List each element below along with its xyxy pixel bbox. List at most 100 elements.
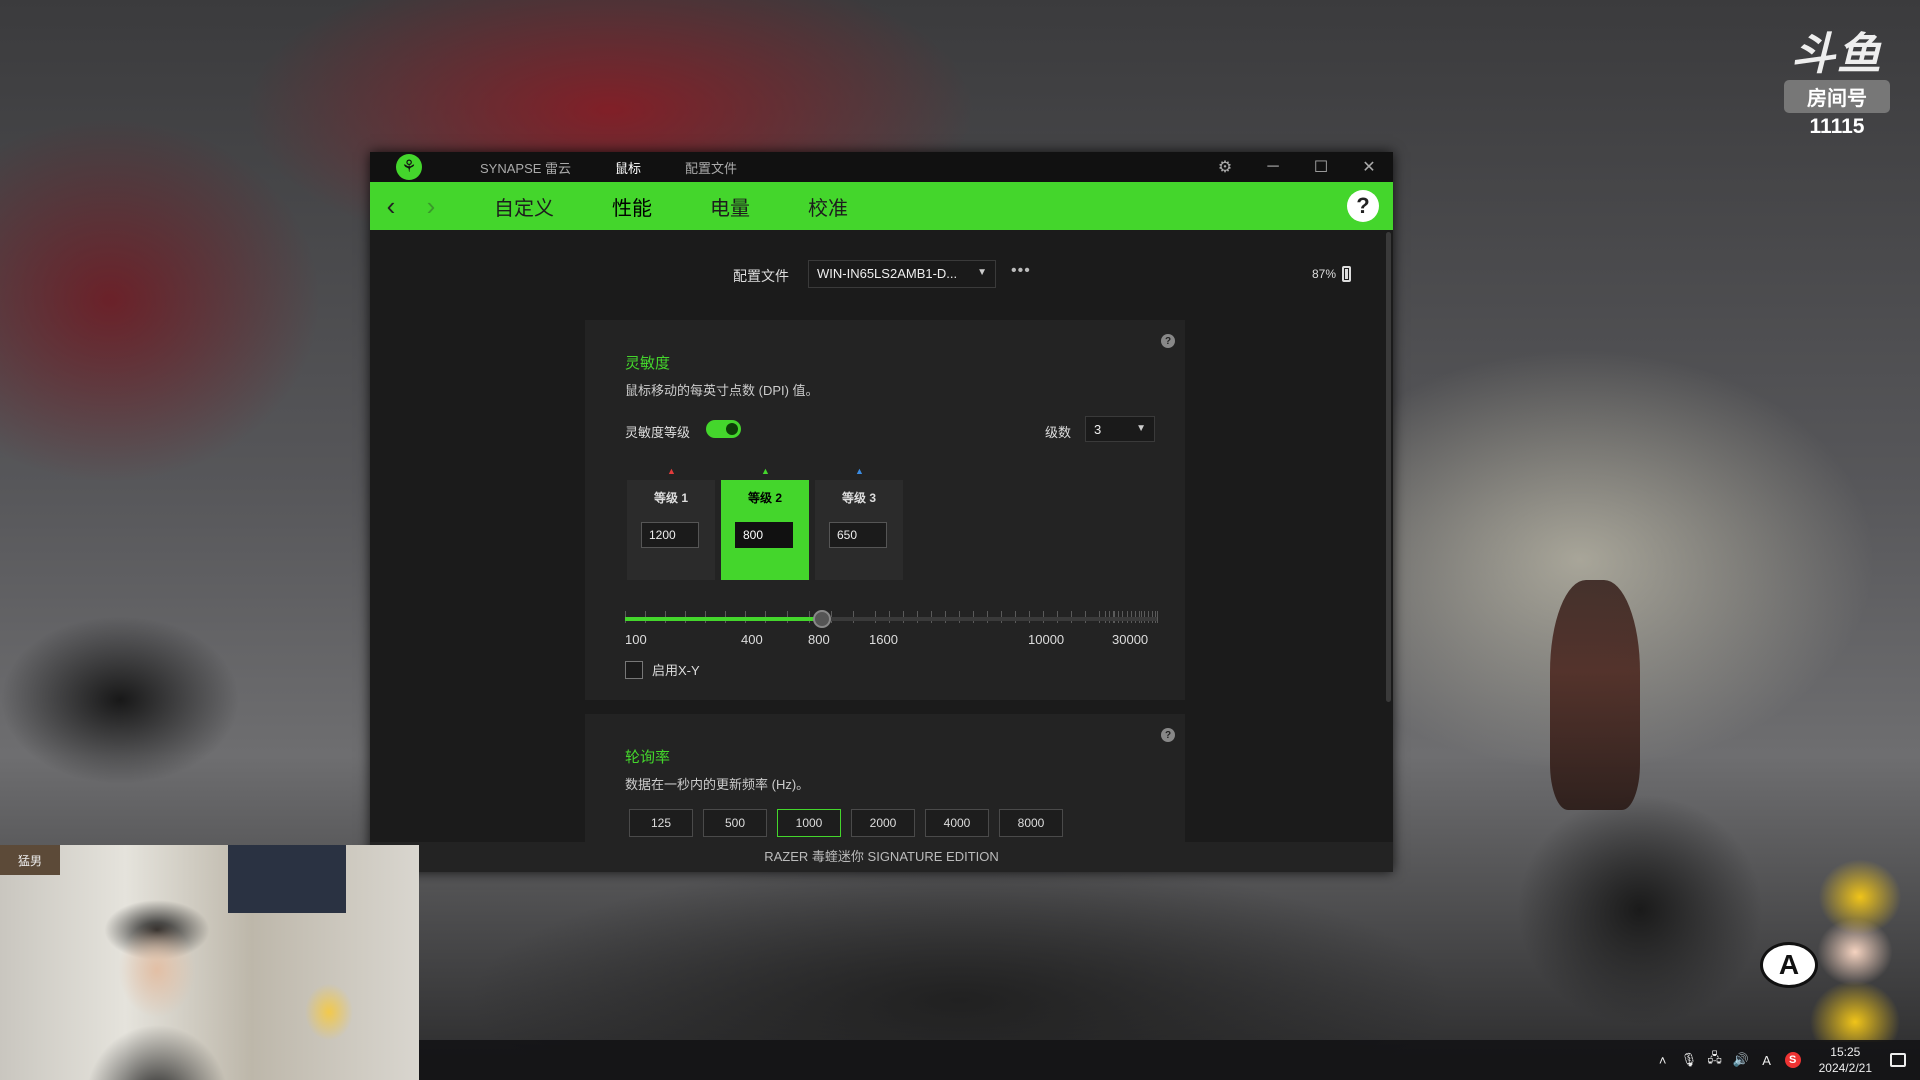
- stage-1-marker-icon: ▲: [667, 466, 676, 476]
- stage-3-dpi-input[interactable]: 650: [829, 522, 887, 548]
- dpi-slider-fill: [625, 617, 822, 621]
- polling-rate-500[interactable]: 500: [703, 809, 767, 837]
- maximize-icon[interactable]: ☐: [1297, 152, 1345, 182]
- stage-3-marker-icon: ▲: [855, 466, 864, 476]
- clock-time: 15:25: [1830, 1045, 1861, 1059]
- info-icon[interactable]: ?: [1161, 334, 1175, 348]
- back-arrow-icon[interactable]: ‹: [372, 191, 410, 222]
- stage-card-2[interactable]: ▲ 等级 2 800: [721, 466, 809, 580]
- stage-card-1[interactable]: ▲ 等级 1 1200: [627, 466, 715, 580]
- close-icon[interactable]: ✕: [1345, 152, 1393, 182]
- webcam-overlay: 猛男: [0, 845, 419, 1080]
- scale-label: 30000: [1112, 632, 1149, 647]
- tab-performance[interactable]: 性能: [612, 192, 652, 221]
- dpi-scale-labels: 100 400 800 1600 10000 30000: [625, 632, 1157, 648]
- more-options-button[interactable]: •••: [1011, 262, 1031, 280]
- stage-1-dpi-input[interactable]: 1200: [641, 522, 699, 548]
- polling-rate-panel: ? 轮询率 数据在一秒内的更新频率 (Hz)。 125 500 1000 200…: [585, 714, 1185, 842]
- plush-toy-image: [296, 970, 362, 1050]
- stage-2-marker-icon: ▲: [761, 466, 770, 476]
- webcam-wall-sign: 猛男: [0, 845, 60, 875]
- volume-icon[interactable]: 🔊: [1733, 1052, 1749, 1068]
- sogou-input-icon[interactable]: S: [1784, 1052, 1801, 1068]
- room-number: 11115: [1809, 115, 1865, 138]
- polling-description: 数据在一秒内的更新频率 (Hz)。: [625, 777, 810, 792]
- polling-title: 轮询率: [625, 749, 671, 766]
- scale-label: 100: [625, 632, 647, 647]
- streamer-image: [72, 900, 242, 1080]
- info-icon[interactable]: ?: [1161, 728, 1175, 742]
- synapse-window: ⚘ SYNAPSE 雷云 鼠标 配置文件 ⚙ ─ ☐ ✕ ‹ › 自定义 性能 …: [370, 152, 1393, 872]
- stage-count-label: 级数: [1045, 425, 1072, 440]
- razer-logo-icon[interactable]: ⚘: [396, 154, 422, 180]
- scale-label: 800: [808, 632, 830, 647]
- chevron-up-icon[interactable]: ˄: [1655, 1053, 1671, 1068]
- stage-3-name: 等级 3: [841, 491, 876, 505]
- stage-count-value: 3: [1094, 422, 1102, 437]
- enable-xy-checkbox[interactable]: [625, 660, 643, 679]
- titlebar-mouse[interactable]: 鼠标: [615, 158, 641, 177]
- polling-rate-2000[interactable]: 2000: [851, 809, 915, 837]
- microphone-icon[interactable]: 🎙: [1681, 1052, 1698, 1068]
- douyu-logo: 斗鱼: [1791, 30, 1883, 79]
- taskbar: ˄ 🎙 🖧 🔊 A S 15:25 2024/2/21: [419, 1040, 1920, 1080]
- dpi-slider[interactable]: [625, 610, 1157, 628]
- douyu-watermark: 斗鱼 房间号 11115: [1784, 32, 1890, 139]
- scrollbar[interactable]: [1386, 232, 1391, 702]
- dpi-slider-thumb[interactable]: [812, 610, 831, 628]
- polling-rate-125[interactable]: 125: [629, 809, 693, 837]
- taskbar-clock[interactable]: 15:25 2024/2/21: [1819, 1044, 1872, 1076]
- wallpaper-rock: [1470, 740, 1810, 1040]
- enable-xy-label: 启用X-Y: [652, 663, 700, 678]
- minimize-icon[interactable]: ─: [1249, 152, 1297, 182]
- webcam-poster: [228, 845, 346, 913]
- stage-2-name: 等级 2: [747, 491, 782, 505]
- stage-count-dropdown[interactable]: 3 ▼: [1085, 416, 1155, 442]
- stage-card-3[interactable]: ▲ 等级 3 650: [815, 466, 903, 580]
- sensitivity-description: 鼠标移动的每英寸点数 (DPI) 值。: [625, 383, 819, 398]
- nav-bar: ‹ › 自定义 性能 电量 校准 ?: [370, 182, 1393, 230]
- titlebar-synapse[interactable]: SYNAPSE 雷云: [480, 158, 571, 177]
- stage-1-name: 等级 1: [653, 491, 688, 505]
- battery-status: 87%: [1312, 266, 1352, 282]
- wallpaper-tree: [0, 580, 340, 860]
- chevron-down-icon: ▼: [977, 267, 987, 278]
- wallpaper-figure: [1550, 580, 1640, 810]
- network-icon[interactable]: 🖧: [1707, 1049, 1723, 1071]
- battery-icon: [1342, 266, 1352, 282]
- profile-row: 配置文件 WIN-IN65LS2AMB1-D... ▼ ••• 87%: [370, 260, 1393, 288]
- polling-rate-8000[interactable]: 8000: [999, 809, 1063, 837]
- sensitivity-title: 灵敏度: [625, 355, 671, 372]
- tab-customize[interactable]: 自定义: [494, 192, 554, 221]
- notification-icon[interactable]: [1890, 1053, 1906, 1067]
- scale-label: 10000: [1028, 632, 1065, 647]
- xy-option: 启用X-Y: [625, 660, 700, 679]
- title-bar: ⚘ SYNAPSE 雷云 鼠标 配置文件 ⚙ ─ ☐ ✕: [370, 152, 1393, 182]
- forward-arrow-icon[interactable]: ›: [412, 191, 450, 222]
- tab-power[interactable]: 电量: [710, 192, 750, 221]
- main-content: 配置文件 WIN-IN65LS2AMB1-D... ▼ ••• 87% ? 灵敏…: [370, 230, 1393, 842]
- profile-dropdown[interactable]: WIN-IN65LS2AMB1-D... ▼: [808, 260, 996, 288]
- clock-date: 2024/2/21: [1818, 1061, 1872, 1075]
- system-tray: ˄ 🎙 🖧 🔊 A S 15:25 2024/2/21: [1655, 1040, 1906, 1080]
- sensitivity-stages-toggle[interactable]: [706, 420, 741, 438]
- scale-label: 1600: [869, 632, 898, 647]
- profile-label: 配置文件: [733, 268, 789, 284]
- window-controls: ⚙ ─ ☐ ✕: [1201, 152, 1393, 182]
- device-name-bar: RAZER 毒蝰迷你 SIGNATURE EDITION: [370, 842, 1393, 872]
- polling-rate-1000[interactable]: 1000: [777, 809, 841, 837]
- help-icon[interactable]: ?: [1347, 190, 1379, 222]
- room-label: 房间号: [1784, 80, 1890, 113]
- battery-percent: 87%: [1312, 267, 1337, 281]
- ime-indicator[interactable]: A: [1759, 1053, 1775, 1068]
- tab-calibration[interactable]: 校准: [808, 192, 848, 221]
- polling-rate-options: 125 500 1000 2000 4000 8000: [629, 809, 1063, 837]
- mascot-a-badge: A: [1760, 942, 1818, 988]
- sensitivity-panel: ? 灵敏度 鼠标移动的每英寸点数 (DPI) 值。 灵敏度等级 级数 3 ▼ ▲…: [585, 320, 1185, 700]
- stage-2-dpi-input[interactable]: 800: [735, 522, 793, 548]
- sensitivity-stages-label: 灵敏度等级: [625, 425, 691, 440]
- settings-gear-icon[interactable]: ⚙: [1201, 152, 1249, 182]
- chevron-down-icon: ▼: [1136, 423, 1146, 434]
- polling-rate-4000[interactable]: 4000: [925, 809, 989, 837]
- titlebar-profiles[interactable]: 配置文件: [685, 158, 737, 177]
